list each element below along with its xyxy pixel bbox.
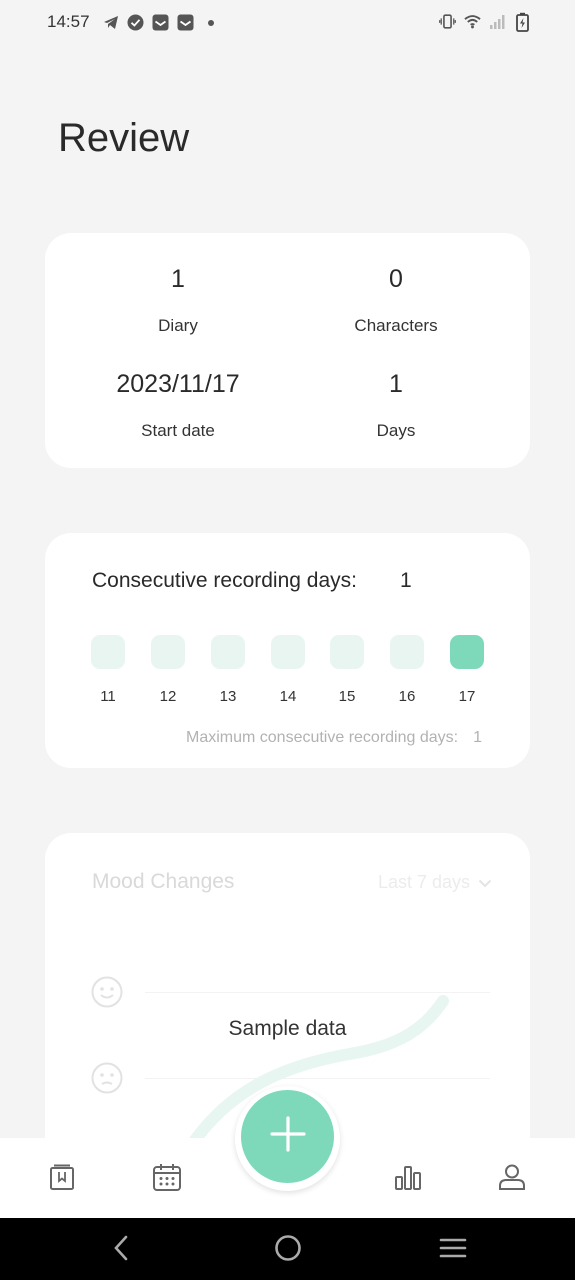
streak-day: 15: [330, 635, 364, 705]
calendar-icon: [152, 1162, 182, 1197]
profile-icon: [498, 1163, 526, 1196]
back-icon: [112, 1235, 130, 1266]
max-streak-value: 1: [473, 729, 482, 746]
start-date-label: Start date: [141, 421, 215, 440]
characters-label: Characters: [354, 316, 438, 335]
nav-calendar-button[interactable]: [150, 1162, 184, 1196]
sad-face-icon: [91, 1062, 123, 1094]
day-indicator: [330, 635, 364, 669]
streak-day: 11: [91, 635, 125, 705]
signal-icon: [489, 13, 506, 30]
streak-title: Consecutive recording days:: [92, 569, 357, 592]
wifi-icon: [464, 13, 481, 30]
day-indicator: [390, 635, 424, 669]
dot-icon: [202, 14, 219, 31]
streak-day: 16: [390, 635, 424, 705]
day-label: 13: [219, 688, 237, 705]
home-button[interactable]: [273, 1234, 303, 1267]
day-indicator: [271, 635, 305, 669]
status-time: 14:57: [47, 12, 90, 31]
recents-icon: [439, 1237, 467, 1264]
day-label: 14: [279, 688, 297, 705]
recents-button[interactable]: [438, 1235, 468, 1265]
notification-icons: [102, 14, 219, 31]
days-label: Days: [376, 421, 416, 440]
day-label: 15: [338, 688, 356, 705]
page-title: Review: [58, 116, 190, 160]
nav-profile-button[interactable]: [495, 1162, 529, 1196]
day-label: 16: [398, 688, 416, 705]
sample-data-label: Sample data: [228, 1017, 347, 1040]
day-indicator-active: [450, 635, 484, 669]
battery-charging-icon: [514, 12, 531, 32]
day-label: 11: [100, 688, 116, 705]
nav-review-button[interactable]: [391, 1162, 425, 1196]
streak-count: 1: [400, 569, 412, 592]
back-button[interactable]: [106, 1235, 136, 1265]
gmail-icon: [177, 14, 194, 31]
system-nav-bar: [0, 1218, 575, 1280]
characters-stat: 0 Characters: [296, 265, 496, 336]
gmail-icon: [152, 14, 169, 31]
days-value: 1: [389, 370, 403, 398]
diary-count-value: 1: [171, 265, 185, 293]
diary-count-stat: 1 Diary: [78, 265, 278, 336]
add-entry-button[interactable]: [241, 1090, 334, 1183]
start-date-value: 2023/11/17: [116, 370, 240, 398]
vibrate-icon: [439, 13, 456, 30]
system-status-icons: [439, 12, 531, 32]
day-indicator: [91, 635, 125, 669]
streak-day: 17: [450, 635, 484, 705]
diary-count-label: Diary: [158, 316, 198, 335]
characters-value: 0: [389, 265, 403, 293]
day-label: 17: [458, 688, 476, 705]
streak-day: 12: [151, 635, 185, 705]
nav-diary-button[interactable]: [45, 1162, 79, 1196]
day-label: 12: [159, 688, 177, 705]
home-icon: [274, 1234, 302, 1267]
check-circle-icon: [127, 14, 144, 31]
start-date-stat: 2023/11/17 Start date: [78, 370, 278, 441]
day-indicator: [211, 635, 245, 669]
day-indicator: [151, 635, 185, 669]
streak-card: Consecutive recording days: 1 11 12 13 1…: [45, 533, 530, 768]
stats-card: 1 Diary 0 Characters 2023/11/17 Start da…: [45, 233, 530, 468]
diary-book-icon: [49, 1163, 75, 1196]
max-streak: Maximum consecutive recording days: 1: [186, 729, 482, 747]
telegram-icon: [102, 14, 119, 31]
max-streak-label: Maximum consecutive recording days:: [185, 729, 459, 746]
happy-face-icon: [91, 976, 123, 1008]
days-stat: 1 Days: [296, 370, 496, 441]
chart-icon: [393, 1163, 423, 1196]
streak-day: 14: [271, 635, 305, 705]
plus-icon: [269, 1116, 306, 1157]
streak-day: 13: [211, 635, 245, 705]
status-bar: 14:57: [0, 0, 575, 46]
